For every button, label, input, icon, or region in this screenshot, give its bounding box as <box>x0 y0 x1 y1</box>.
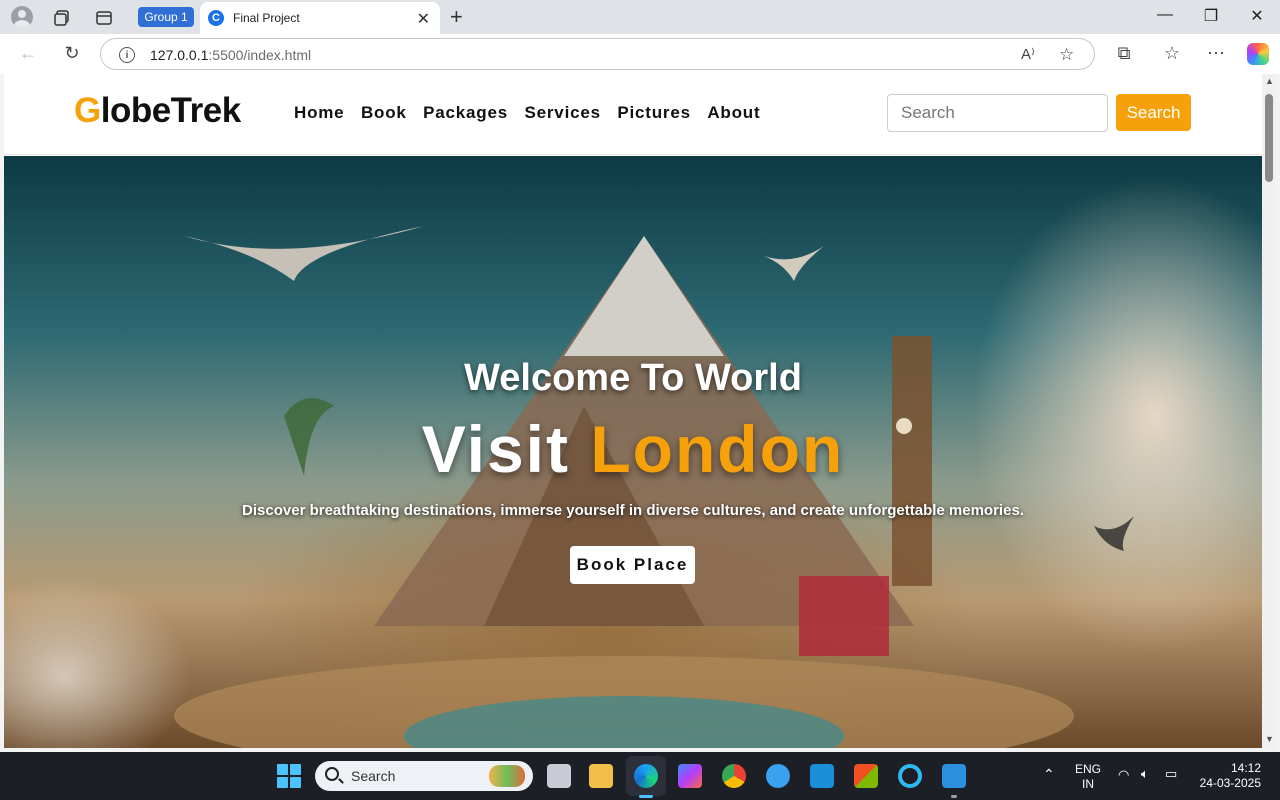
tab-actions-icon[interactable] <box>93 7 115 29</box>
cortana-icon[interactable] <box>898 764 922 788</box>
page-viewport: GlobeTrek Home Book Packages Services Pi… <box>4 74 1262 748</box>
tab-group-chip[interactable]: Group 1 <box>138 7 194 27</box>
start-icon[interactable] <box>277 764 301 788</box>
taskbar-search[interactable]: Search <box>315 761 533 791</box>
site-search-input[interactable] <box>887 94 1108 132</box>
clock[interactable]: 14:12 24-03-2025 <box>1199 761 1261 791</box>
language-indicator[interactable]: ENG IN <box>1075 762 1101 792</box>
hero-description: Discover breathtaking destinations, imme… <box>242 502 1024 519</box>
get-help-icon[interactable] <box>766 764 790 788</box>
tab-title: Final Project <box>233 11 300 25</box>
scroll-up-icon[interactable]: ▲ <box>1265 76 1274 86</box>
nav-book[interactable]: Book <box>361 103 407 123</box>
vscode-icon[interactable] <box>942 764 966 788</box>
read-aloud-icon[interactable]: A⁾ <box>1021 45 1035 63</box>
tab-close-icon[interactable]: ✕ <box>417 9 430 29</box>
hero-subtitle: Welcome To World <box>464 357 802 399</box>
extensions-icon[interactable]: ⧉ <box>1113 43 1135 64</box>
hero-section: Welcome To World Visit London Discover b… <box>4 156 1262 748</box>
window-close-icon[interactable]: ✕ <box>1242 6 1272 26</box>
nav-home[interactable]: Home <box>294 103 344 123</box>
file-explorer-icon[interactable] <box>589 764 613 788</box>
nav-pictures[interactable]: Pictures <box>617 103 691 123</box>
vscode-running-indicator <box>951 795 957 798</box>
site-navbar: GlobeTrek Home Book Packages Services Pi… <box>4 74 1262 155</box>
page-scrollbar[interactable]: ▲ ▼ <box>1262 74 1276 748</box>
wifi-icon[interactable]: ◠ <box>1118 767 1129 783</box>
copilot-icon[interactable] <box>1247 43 1269 65</box>
nav-services[interactable]: Services <box>525 103 601 123</box>
tab-favicon-icon: C <box>208 10 224 26</box>
battery-icon[interactable]: ▭ <box>1165 766 1177 782</box>
scroll-down-icon[interactable]: ▼ <box>1265 734 1274 744</box>
minimize-icon[interactable]: — <box>1150 6 1180 24</box>
task-view-icon[interactable] <box>547 764 571 788</box>
browser-tab-strip: Group 1 C Final Project ✕ + — ❐ ✕ <box>0 0 1280 34</box>
restore-icon[interactable]: ❐ <box>1196 6 1226 26</box>
site-info-icon[interactable]: i <box>119 47 135 63</box>
windows-taskbar: Search ⌃ ENG IN ◠ 🔈︎ ▭ 14:12 24-03-2025 <box>0 752 1280 800</box>
book-place-button[interactable]: Book Place <box>570 546 695 584</box>
taskbar-search-label: Search <box>351 768 396 784</box>
edge-icon[interactable] <box>634 764 658 788</box>
hero-title-accent: London <box>590 412 845 486</box>
scroll-thumb[interactable] <box>1265 94 1273 182</box>
site-logo[interactable]: GlobeTrek <box>74 91 241 131</box>
hero-title: Visit London <box>421 412 845 486</box>
search-icon <box>325 767 339 781</box>
active-tab[interactable]: C Final Project ✕ <box>200 2 440 34</box>
workspaces-icon[interactable] <box>51 7 73 29</box>
profile-icon[interactable] <box>11 6 33 28</box>
volume-icon[interactable]: 🔈︎ <box>1141 766 1149 782</box>
search-highlight-icon <box>489 765 525 787</box>
favorites-icon[interactable]: ☆ <box>1161 43 1183 64</box>
refresh-icon[interactable]: ↻ <box>61 43 83 64</box>
edge-running-indicator <box>639 795 653 798</box>
hp-app-icon[interactable] <box>810 764 834 788</box>
back-icon[interactable]: ← <box>17 43 39 64</box>
nav-about[interactable]: About <box>707 103 760 123</box>
new-tab-icon[interactable]: + <box>450 4 463 30</box>
site-search-button[interactable]: Search <box>1116 94 1191 131</box>
more-menu-icon[interactable]: ⋯ <box>1205 43 1227 64</box>
copilot-app-icon[interactable] <box>678 764 702 788</box>
store-icon[interactable] <box>854 764 878 788</box>
nav-packages[interactable]: Packages <box>423 103 508 123</box>
main-menu: Home Book Packages Services Pictures Abo… <box>294 103 777 123</box>
browser-toolbar: ← ↻ i 127.0.0.1:5500/index.html A⁾ ☆ ⧉ ☆… <box>0 34 1280 74</box>
chrome-icon[interactable] <box>722 764 746 788</box>
favorite-star-icon[interactable]: ☆ <box>1059 45 1074 65</box>
address-bar[interactable]: i 127.0.0.1:5500/index.html A⁾ ☆ <box>100 38 1095 70</box>
tray-chevron-icon[interactable]: ⌃ <box>1043 766 1055 783</box>
url-text: 127.0.0.1:5500/index.html <box>150 47 312 63</box>
